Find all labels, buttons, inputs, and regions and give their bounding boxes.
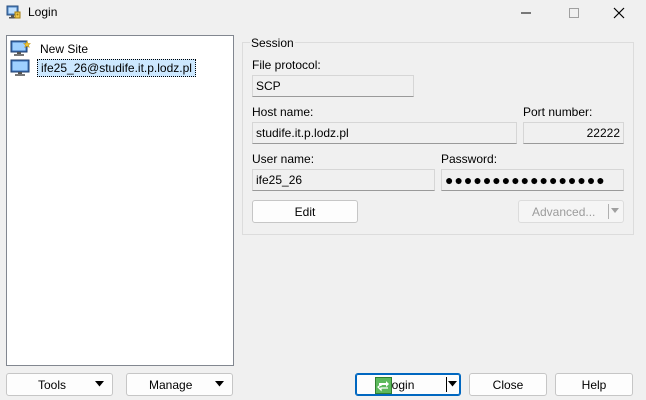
site-item-ife25-26[interactable]: ife25_26@studife.it.p.lodz.pl xyxy=(10,58,196,78)
title-bar: Login xyxy=(0,0,646,25)
manage-button-label: Manage xyxy=(149,377,193,392)
user-name-field[interactable]: ife25_26 xyxy=(252,169,435,191)
split-separator xyxy=(608,204,609,219)
maximize-icon xyxy=(569,7,579,18)
maximize-button[interactable] xyxy=(554,0,594,25)
host-name-label: Host name: xyxy=(252,105,314,119)
port-number-field[interactable]: 22222 xyxy=(523,122,624,144)
user-name-label: User name: xyxy=(252,152,315,166)
close-button-label: Close xyxy=(492,377,524,392)
edit-button-label: Edit xyxy=(294,204,316,219)
login-icon xyxy=(375,377,392,394)
close-button[interactable]: Close xyxy=(469,373,547,396)
close-icon xyxy=(613,7,625,18)
help-button[interactable]: Help xyxy=(555,373,633,396)
advanced-button[interactable]: Advanced... xyxy=(518,200,624,223)
window-title: Login xyxy=(28,5,58,19)
site-label: ife25_26@studife.it.p.lodz.pl xyxy=(37,59,196,77)
tools-button[interactable]: Tools xyxy=(6,373,113,396)
password-field[interactable]: ●●●●●●●●●●●●●●●●● xyxy=(441,169,624,191)
winscp-app-icon xyxy=(6,5,21,19)
port-number-label: Port number: xyxy=(523,105,593,119)
site-icon xyxy=(10,59,30,76)
site-tree[interactable]: New Site ife25_26@studife.it.p.lodz.pl xyxy=(6,35,234,366)
minimize-icon xyxy=(521,12,531,13)
host-name-field[interactable]: studife.it.p.lodz.pl xyxy=(252,122,517,144)
login-button[interactable]: Login xyxy=(355,373,461,396)
advanced-button-label: Advanced... xyxy=(532,204,596,219)
new-site-icon xyxy=(10,40,32,56)
chevron-down-icon xyxy=(215,381,224,387)
edit-button[interactable]: Edit xyxy=(252,200,358,223)
site-item-new-site[interactable]: New Site xyxy=(10,39,91,59)
password-label: Password: xyxy=(441,152,498,166)
manage-button[interactable]: Manage xyxy=(126,373,233,396)
help-button-label: Help xyxy=(581,377,607,392)
split-separator xyxy=(446,377,447,392)
file-protocol-label: File protocol: xyxy=(252,58,321,72)
chevron-down-icon[interactable] xyxy=(448,381,457,387)
session-group-label: Session xyxy=(250,36,295,50)
file-protocol-select[interactable]: SCP xyxy=(252,75,414,97)
site-label: New Site xyxy=(40,42,89,56)
tools-button-label: Tools xyxy=(38,377,67,392)
chevron-down-icon xyxy=(95,381,104,387)
chevron-down-icon xyxy=(611,208,619,213)
minimize-button[interactable] xyxy=(506,0,546,25)
close-window-button[interactable] xyxy=(599,0,639,25)
